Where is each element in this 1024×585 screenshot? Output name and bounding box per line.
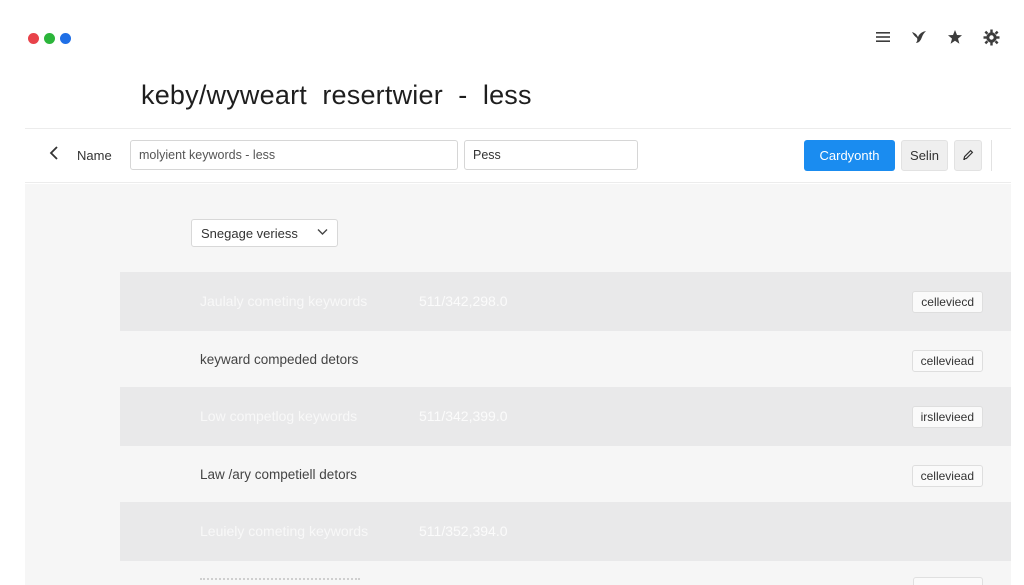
list-icon[interactable] (874, 26, 892, 48)
pencil-icon (962, 148, 974, 164)
status-badge[interactable]: celleviead (911, 465, 983, 487)
status-badge[interactable]: celleviead (911, 350, 983, 372)
sort-dropdown-value: Snegage veriess (201, 226, 298, 241)
sort-dropdown[interactable]: Snegage veriess (191, 219, 338, 247)
keyword-search-field[interactable]: molyient keywords - less (130, 140, 458, 170)
chevron-down-icon (317, 225, 328, 239)
status-badge[interactable]: irsllevieed (911, 406, 983, 428)
row-value: 511/342,399.0 (419, 408, 508, 424)
cut-off-row-badge (913, 577, 983, 585)
primary-action-button[interactable]: Cardyonth (804, 140, 895, 171)
window-controls (28, 33, 71, 44)
table-row[interactable]: Law /ary competiell detors celleviead (120, 446, 1011, 505)
close-window-dot[interactable] (28, 33, 39, 44)
bird-icon[interactable] (910, 26, 928, 48)
minimize-window-dot[interactable] (44, 33, 55, 44)
row-label: Low competlog keywords (200, 408, 358, 424)
table-row[interactable]: keyward compeded detors celleviead (120, 331, 1011, 390)
results-panel: Snegage veriess Jaulaly cometing keyword… (25, 184, 1011, 585)
table-row[interactable]: Low competlog keywords 511/342,399.0 irs… (120, 387, 1011, 446)
star-icon[interactable] (946, 26, 964, 48)
cut-off-row-text (200, 578, 360, 584)
edit-button[interactable] (954, 140, 982, 171)
secondary-filter-field[interactable]: Pess (464, 140, 638, 170)
row-label: Jaulaly cometing keywords (200, 293, 368, 309)
row-value: 511/342,298.0 (419, 293, 508, 309)
row-value: 511/352,394.0 (419, 523, 508, 539)
page-title: keby/wyweart resertwier - less (141, 80, 532, 110)
gear-icon[interactable] (982, 26, 1000, 48)
maximize-window-dot[interactable] (60, 33, 71, 44)
title-bar (0, 0, 1024, 72)
secondary-action-button[interactable]: Selin (901, 140, 948, 171)
name-label: Name (77, 148, 112, 163)
row-label: Law /ary competiell detors (200, 467, 357, 482)
status-badge[interactable]: celleviecd (912, 291, 983, 313)
table-row[interactable]: Leuiely cometing keywords 511/352,394.0 (120, 502, 1011, 561)
table-row[interactable]: Jaulaly cometing keywords 511/342,298.0 … (120, 272, 1011, 331)
filter-toolbar: Name molyient keywords - less Pess Cardy… (25, 128, 1011, 183)
row-label: keyward compeded detors (200, 352, 359, 367)
top-toolbar-icons (874, 26, 1000, 48)
back-chevron-icon[interactable] (49, 144, 59, 165)
row-label: Leuiely cometing keywords (200, 523, 369, 539)
toolbar-divider (991, 140, 992, 171)
